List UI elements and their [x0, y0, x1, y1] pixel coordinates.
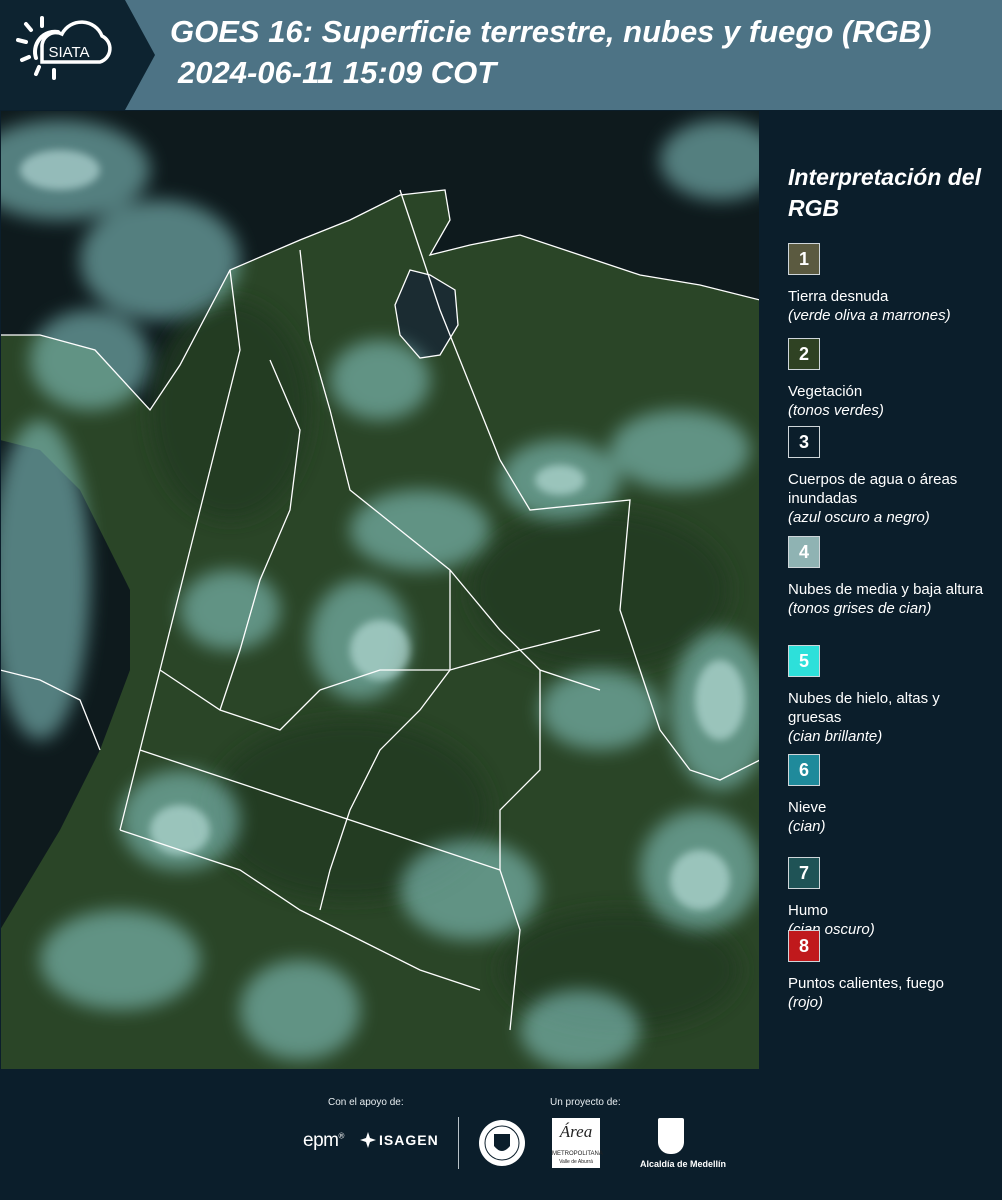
legend-description: (tonos verdes)	[788, 402, 884, 419]
isagen-logo-text: ISAGEN	[379, 1132, 439, 1148]
isagen-star-icon	[360, 1132, 376, 1148]
legend-item: 3 Cuerpos de agua o áreas inundadas (azul …	[788, 426, 988, 527]
legend-swatch: 1	[788, 243, 820, 275]
legend-swatch: 7	[788, 857, 820, 889]
legend-description: (cian brillante)	[788, 728, 883, 745]
legend-item: 4 Nubes de media y baja altura (tonos gris…	[788, 536, 988, 618]
legend-item: 5 Nubes de hielo, altas y gruesas (cian br…	[788, 645, 988, 746]
legend-label: Humo	[788, 902, 829, 919]
area-logo-subtitle-2: Valle de Aburrá	[559, 1159, 593, 1165]
legend-description: (rojo)	[788, 994, 824, 1011]
legend-label: Nubes de hielo, altas y gruesas	[788, 690, 940, 726]
project-caption: Un proyecto de:	[550, 1097, 621, 1108]
footer-divider	[458, 1117, 459, 1169]
coat-of-arms-icon	[658, 1118, 684, 1154]
legend-swatch: 6	[788, 754, 820, 786]
legend-label: Nieve	[788, 799, 827, 816]
legend-description: (cian)	[788, 818, 826, 835]
legend-description: (azul oscuro a negro)	[788, 509, 930, 526]
page-title: GOES 16: Superficie terrestre, nubes y f…	[170, 14, 932, 49]
legend-panel: Interpretación del RGB 1 Tierra desnuda (v…	[775, 110, 995, 1070]
legend-label: Cuerpos de agua o áreas inundadas	[788, 471, 958, 507]
legend-item: 7 Humo (cian oscuro)	[788, 857, 988, 939]
legend-item: 8 Puntos calientes, fuego (rojo)	[788, 930, 988, 1012]
legend-description: (tonos grises de cian)	[788, 600, 932, 617]
legend-item: 6 Nieve (cian)	[788, 754, 988, 836]
epm-registered-mark: ®	[338, 1131, 344, 1141]
timestamp-subtitle: 2024-06-11 15:09 COT	[178, 55, 497, 90]
satellite-map[interactable]	[0, 110, 760, 1070]
area-logo-subtitle: METROPOLITANA	[552, 1151, 603, 1157]
legend-swatch: 3	[788, 426, 820, 458]
legend-swatch: 4	[788, 536, 820, 568]
footer-bar: Con el apoyo de: Un proyecto de: epm® IS…	[0, 1070, 1002, 1200]
legend-title: Interpretación del RGB	[788, 164, 981, 221]
legend-swatch: 8	[788, 930, 820, 962]
area-logo-text: Área	[559, 1122, 593, 1141]
alcaldia-logo-text: Alcaldía de Medellín	[640, 1159, 727, 1169]
siata-logo-text: SIATA	[48, 44, 89, 61]
legend-label: Nubes de media y baja altura	[788, 581, 984, 598]
epm-logo: epm®	[303, 1130, 344, 1152]
siata-logo-block: SIATA	[0, 0, 155, 110]
alcaldia-medellin-logo: Alcaldía de Medellín	[640, 1118, 727, 1169]
university-seal-icon	[479, 1120, 525, 1166]
support-caption: Con el apoyo de:	[328, 1097, 404, 1108]
legend-swatch: 2	[788, 338, 820, 370]
isagen-logo: ISAGEN	[360, 1132, 439, 1148]
legend-item: 2 Vegetación (tonos verdes)	[788, 338, 988, 420]
siata-logo-icon: SIATA	[16, 16, 112, 80]
legend-label: Puntos calientes, fuego	[788, 975, 944, 992]
legend-swatch: 5	[788, 645, 820, 677]
area-metropolitana-logo: Área METROPOLITANA Valle de Aburrá	[552, 1118, 603, 1168]
header-bar: SIATA GOES 16: Superficie terrestre, nub…	[0, 0, 1002, 110]
legend-label: Tierra desnuda	[788, 288, 889, 305]
epm-logo-text: epm	[303, 1130, 339, 1151]
satellite-map-image	[0, 110, 760, 1070]
legend-item: 1 Tierra desnuda (verde oliva a marrones)	[788, 243, 988, 325]
legend-description: (verde oliva a marrones)	[788, 307, 951, 324]
legend-label: Vegetación	[788, 383, 863, 400]
